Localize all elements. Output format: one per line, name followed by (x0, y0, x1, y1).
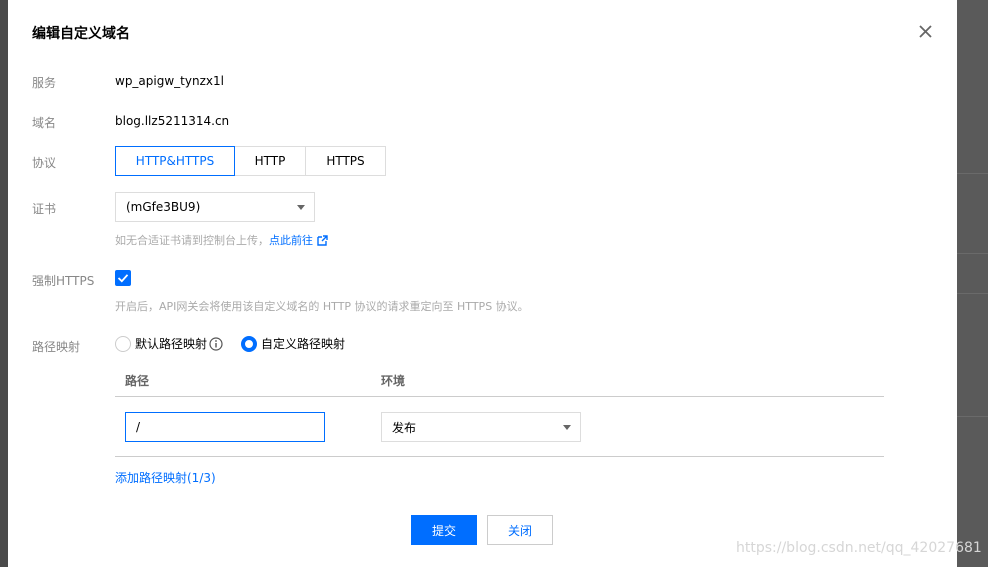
path-input[interactable] (125, 412, 325, 442)
close-button[interactable]: 关闭 (487, 515, 553, 545)
protocol-segmented-control: HTTP&HTTPS HTTP HTTPS (115, 146, 386, 176)
domain-value: blog.llz5211314.cn (115, 114, 230, 128)
info-icon[interactable] (209, 336, 223, 351)
submit-button[interactable]: 提交 (411, 515, 477, 545)
column-header-path: 路径 (125, 374, 150, 388)
background-page-strip (957, 0, 988, 567)
chevron-down-icon (563, 425, 571, 430)
force-https-label: 强制HTTPS (32, 274, 95, 288)
environment-selected-value: 发布 (392, 420, 417, 435)
radio-button-checked[interactable] (241, 335, 257, 352)
background-divider (957, 173, 988, 174)
radio-default-label: 默认路径映射 (135, 337, 208, 351)
radio-custom-label: 自定义路径映射 (261, 337, 346, 351)
certificate-selected-value: (mGfe3BU9) (126, 200, 201, 214)
certificate-select[interactable]: (mGfe3BU9) (115, 192, 315, 222)
column-header-env: 环境 (381, 374, 406, 388)
table-row-divider (115, 456, 884, 457)
background-divider (957, 416, 988, 417)
dialog-title: 编辑自定义域名 (32, 26, 130, 42)
close-icon[interactable] (916, 22, 936, 42)
certificate-console-link[interactable]: 点此前往 (269, 234, 313, 247)
external-link-icon[interactable] (317, 235, 328, 249)
add-path-mapping-link[interactable]: 添加路径映射(1/3) (115, 469, 216, 486)
service-value: wp_apigw_tynzx1l (115, 74, 224, 88)
environment-select[interactable]: 发布 (381, 412, 581, 442)
certificate-hint: 如无合适证书请到控制台上传，点此前往 (115, 232, 328, 249)
chevron-down-icon (297, 205, 305, 210)
certificate-label: 证书 (32, 202, 57, 216)
radio-button[interactable] (115, 335, 131, 352)
watermark: https://blog.csdn.net/qq_42027681 (736, 540, 982, 556)
mapping-table-header: 路径 环境 (115, 364, 884, 397)
protocol-option-http-https[interactable]: HTTP&HTTPS (115, 146, 235, 176)
edit-domain-dialog: 编辑自定义域名 服务 wp_apigw_tynzx1l 域名 blog.llz5… (8, 0, 957, 567)
domain-label: 域名 (32, 116, 57, 130)
path-mapping-label: 路径映射 (32, 340, 81, 354)
certificate-hint-text: 如无合适证书请到控制台上传， (115, 234, 269, 247)
radio-default-path-mapping[interactable]: 默认路径映射 (115, 335, 223, 352)
force-https-hint: 开启后，API网关会将使用该自定义域名的 HTTP 协议的请求重定向至 HTTP… (115, 300, 529, 313)
background-divider (957, 293, 988, 294)
service-label: 服务 (32, 76, 57, 90)
protocol-label: 协议 (32, 156, 57, 170)
radio-custom-path-mapping[interactable]: 自定义路径映射 (241, 335, 345, 352)
background-divider (957, 253, 988, 254)
force-https-checkbox[interactable] (115, 270, 131, 286)
protocol-option-http[interactable]: HTTP (234, 146, 306, 176)
protocol-option-https[interactable]: HTTPS (305, 146, 386, 176)
